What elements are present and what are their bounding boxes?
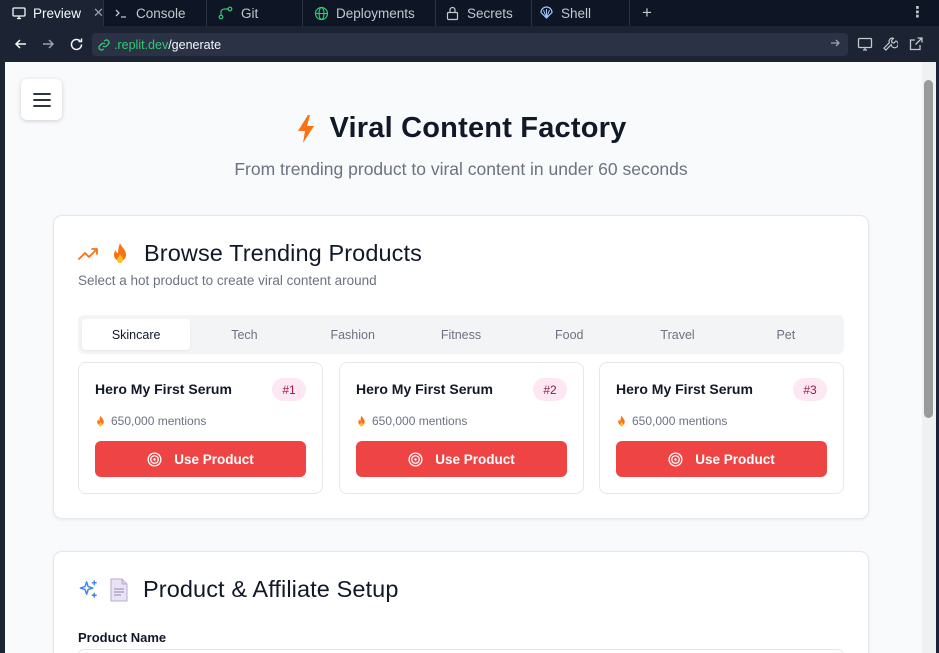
address-bar: .replit.dev/generate xyxy=(0,26,939,62)
tab-deployments[interactable]: Deployments xyxy=(303,0,436,26)
page-title: Viral Content Factory xyxy=(329,112,627,144)
arrow-left-icon xyxy=(14,39,26,49)
tab-skincare[interactable]: Skincare xyxy=(82,319,191,350)
rank-badge: #1 xyxy=(272,378,306,401)
mentions-text: 650,000 mentions xyxy=(632,414,728,428)
menu-icon xyxy=(32,92,51,107)
product-name: Hero My First Serum xyxy=(616,381,753,397)
tab-tech[interactable]: Tech xyxy=(190,319,298,350)
affiliate-setup-card: Product & Affiliate Setup Product Name xyxy=(53,551,869,653)
tab-label: Deployments xyxy=(336,5,415,21)
terminal-icon xyxy=(113,5,129,21)
tab-shell[interactable]: Shell xyxy=(532,0,630,26)
fire-icon xyxy=(618,415,625,426)
globe-icon xyxy=(313,5,329,21)
close-icon[interactable]: ✕ xyxy=(93,5,104,21)
tab-label: Shell xyxy=(561,5,592,21)
page-subtitle: From trending product to viral content i… xyxy=(234,159,688,179)
hero-title: Viral Content Factory xyxy=(5,112,917,145)
tab-label: Secrets xyxy=(467,5,513,21)
devtools-icon[interactable] xyxy=(857,36,873,52)
mentions-text: 650,000 mentions xyxy=(372,414,468,428)
card-header: Browse Trending Products xyxy=(78,240,422,267)
tab-secrets[interactable]: Secrets xyxy=(436,0,532,26)
tab-travel[interactable]: Travel xyxy=(623,319,731,350)
tab-preview[interactable]: Preview ✕ xyxy=(0,0,104,26)
target-icon xyxy=(408,451,423,467)
back-button[interactable] xyxy=(12,35,30,53)
use-product-button[interactable]: Use Product xyxy=(616,441,827,477)
card-title: Product & Affiliate Setup xyxy=(143,576,399,602)
git-branch-icon xyxy=(218,5,234,21)
lock-icon xyxy=(444,5,460,21)
link-icon xyxy=(97,38,111,52)
tab-label: Console xyxy=(136,5,186,21)
mentions-count: 650,000 mentions xyxy=(95,414,206,428)
mentions-count: 650,000 mentions xyxy=(616,414,727,428)
card-header: Product & Affiliate Setup xyxy=(78,576,399,603)
use-product-label: Use Product xyxy=(695,451,775,467)
url-domain: .replit.dev xyxy=(114,37,169,52)
tab-label: Preview xyxy=(33,5,82,21)
forward-button[interactable] xyxy=(39,35,57,53)
external-link-icon[interactable] xyxy=(908,36,924,52)
scrollbar-thumb[interactable] xyxy=(924,80,933,418)
rank-badge: #2 xyxy=(533,378,567,401)
fire-icon xyxy=(97,415,104,426)
product-name: Hero My First Serum xyxy=(356,381,493,397)
card-description: Select a hot product to create viral con… xyxy=(78,273,377,288)
fire-icon xyxy=(114,242,126,263)
document-icon xyxy=(110,578,128,601)
url-path: /generate xyxy=(168,37,222,52)
tab-git[interactable]: Git xyxy=(207,0,303,26)
target-icon xyxy=(668,451,683,467)
use-product-button[interactable]: Use Product xyxy=(356,441,567,477)
product-card: Hero My First Serum #3 650,000 mentions … xyxy=(599,362,844,494)
tab-console[interactable]: Console xyxy=(104,0,207,26)
monitor-icon xyxy=(12,5,26,21)
scrollbar-track[interactable] xyxy=(922,62,936,653)
go-arrow-icon[interactable] xyxy=(828,36,842,53)
tab-label: Git xyxy=(241,5,259,21)
arrow-right-icon xyxy=(43,39,55,49)
ide-tab-bar: Preview ✕ Console Git Deployments Secret… xyxy=(0,0,939,26)
tab-pet[interactable]: Pet xyxy=(732,319,840,350)
fire-icon xyxy=(358,415,365,426)
card-title: Browse Trending Products xyxy=(144,240,423,266)
tab-fitness[interactable]: Fitness xyxy=(407,319,515,350)
product-card: Hero My First Serum #1 650,000 mentions … xyxy=(78,362,323,494)
product-card: Hero My First Serum #2 650,000 mentions … xyxy=(339,362,584,494)
product-name: Hero My First Serum xyxy=(95,381,232,397)
target-icon xyxy=(147,451,162,467)
preview-viewport: Viral Content Factory From trending prod… xyxy=(5,62,936,653)
lightning-bolt-icon xyxy=(297,114,314,143)
trending-up-icon xyxy=(78,247,98,260)
trending-products-card: Browse Trending Products Select a hot pr… xyxy=(53,215,869,519)
url-field[interactable]: .replit.dev/generate xyxy=(92,33,848,56)
category-tabs: Skincare Tech Fashion Fitness Food Trave… xyxy=(78,315,844,354)
wrench-icon[interactable] xyxy=(882,36,898,52)
use-product-label: Use Product xyxy=(435,451,515,467)
rank-badge: #3 xyxy=(793,378,827,401)
product-name-label: Product Name xyxy=(78,630,167,645)
sparkles-icon xyxy=(79,580,97,598)
product-name-input[interactable] xyxy=(78,649,844,653)
mentions-text: 650,000 mentions xyxy=(111,414,207,428)
use-product-button[interactable]: Use Product xyxy=(95,441,306,477)
reload-icon xyxy=(70,38,82,50)
more-options-icon[interactable]: ⋮ xyxy=(910,3,925,21)
reload-button[interactable] xyxy=(67,35,85,53)
tab-food[interactable]: Food xyxy=(515,319,623,350)
shell-icon xyxy=(538,5,554,21)
tab-fashion[interactable]: Fashion xyxy=(299,319,407,350)
use-product-label: Use Product xyxy=(174,451,254,467)
mentions-count: 650,000 mentions xyxy=(356,414,467,428)
new-tab-button[interactable]: + xyxy=(630,0,664,26)
